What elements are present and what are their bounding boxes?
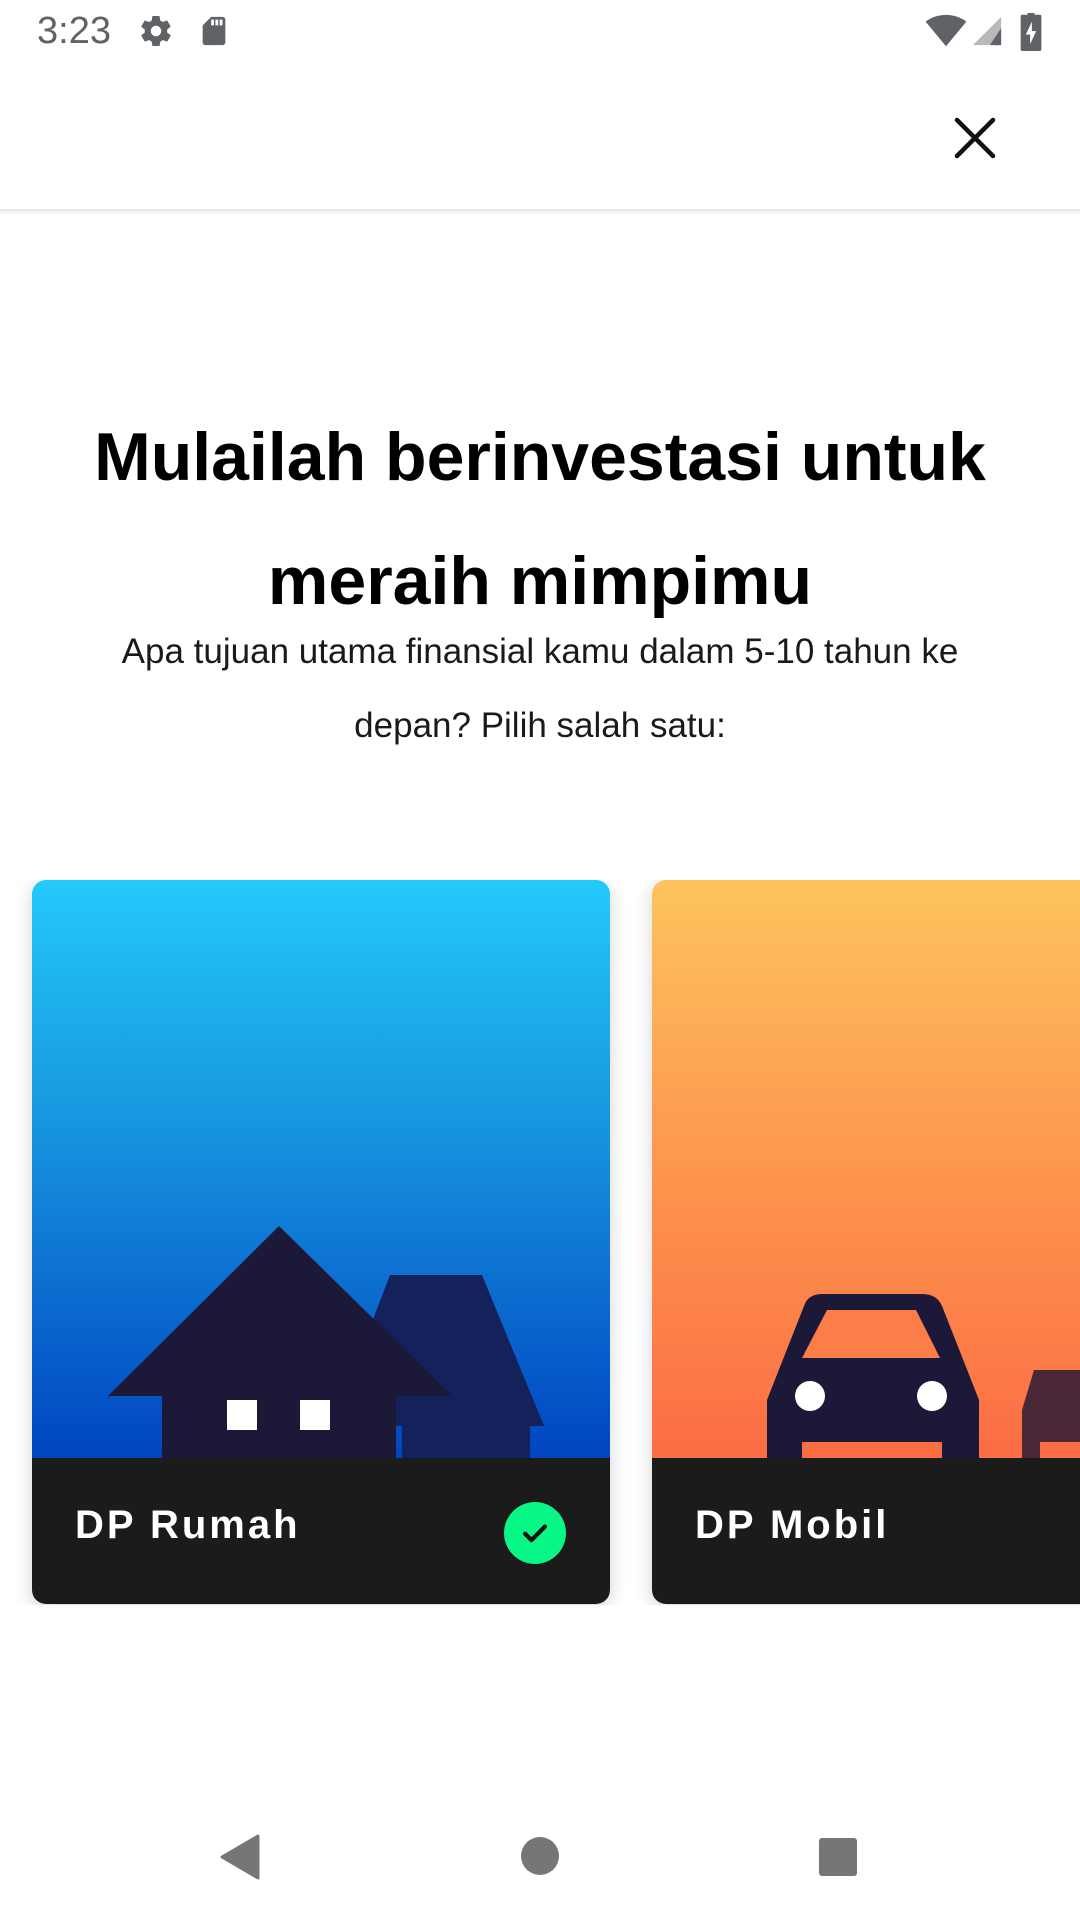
goal-card-illustration bbox=[652, 880, 1080, 1458]
page-subtitle-line-1: Apa tujuan utama finansial kamu dalam 5-… bbox=[121, 632, 959, 671]
close-button[interactable] bbox=[940, 103, 1010, 173]
goal-card-dp-rumah[interactable]: DP Rumah bbox=[32, 880, 610, 1604]
goal-card-dp-mobil[interactable]: DP Mobil bbox=[652, 880, 1080, 1604]
wifi-icon bbox=[925, 14, 967, 53]
settings-icon bbox=[138, 13, 174, 54]
goal-card-illustration bbox=[32, 880, 610, 1458]
app-bar bbox=[0, 63, 1080, 211]
close-icon bbox=[954, 117, 996, 159]
page-title: Mulailah berinvestasi untuk meraih mimpi… bbox=[40, 395, 1040, 643]
signal-icon bbox=[970, 14, 1004, 53]
goal-card-label: DP Rumah bbox=[75, 1503, 301, 1547]
back-icon[interactable] bbox=[218, 1834, 260, 1885]
recents-icon[interactable] bbox=[818, 1837, 858, 1882]
car-icon bbox=[767, 1294, 1080, 1458]
goal-card-footer: DP Mobil bbox=[652, 1458, 1080, 1604]
goal-card-footer: DP Rumah bbox=[32, 1458, 610, 1604]
status-bar: 3:23 bbox=[0, 0, 1080, 63]
status-time: 3:23 bbox=[37, 10, 111, 52]
sd-card-icon bbox=[197, 13, 231, 54]
selected-check-icon bbox=[504, 1502, 566, 1564]
goal-card-label: DP Mobil bbox=[695, 1503, 890, 1547]
page-subtitle-line-2: depan? Pilih salah satu: bbox=[354, 706, 726, 745]
house-icon bbox=[108, 1226, 544, 1458]
page-subtitle: Apa tujuan utama finansial kamu dalam 5-… bbox=[80, 615, 1000, 763]
home-icon[interactable] bbox=[520, 1836, 560, 1881]
battery-charging-icon bbox=[1020, 13, 1042, 56]
page-title-line-1: Mulailah berinvestasi untuk bbox=[94, 419, 986, 495]
goal-carousel[interactable]: DP Rumah DP Mobil bbox=[0, 880, 1080, 1605]
system-nav-bar bbox=[0, 1780, 1080, 1920]
